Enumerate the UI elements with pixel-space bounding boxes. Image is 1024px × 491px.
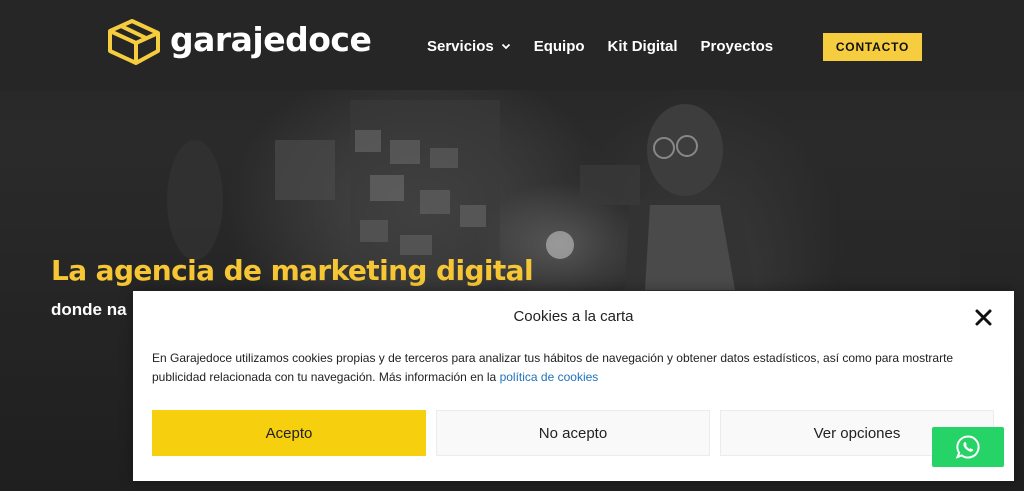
cube-logo-icon [108,19,160,65]
nav-item-servicios[interactable]: Servicios [427,33,511,59]
nav-item-label: Proyectos [700,37,774,55]
brand-logo[interactable]: garajedoce [106,19,372,65]
nav-item-proyectos[interactable]: Proyectos [701,33,774,59]
nav-item-kit-digital[interactable]: Kit Digital [608,33,678,59]
hero-subline: donde na [51,300,127,319]
contacto-button[interactable]: CONTACTO [823,33,922,61]
whatsapp-button[interactable] [932,427,1004,467]
nav-item-label: Kit Digital [607,37,678,55]
main-nav: Servicios Equipo Kit Digital Proyectos [427,33,796,59]
deny-button[interactable]: No acepto [436,410,710,456]
whatsapp-icon [955,435,980,459]
cookie-policy-link[interactable]: política de cookies [500,370,599,384]
hero-headline: La agencia de marketing digital [51,254,534,287]
cookie-dialog-text: En Garajedoce utilizamos cookies propias… [152,349,1002,387]
close-icon[interactable] [974,308,993,327]
cookie-consent-dialog: Cookies a la carta En Garajedoce utiliza… [133,291,1014,481]
nav-item-label: Servicios [427,37,494,55]
chevron-down-icon [501,43,510,50]
accept-button[interactable]: Acepto [152,410,426,456]
brand-name: garajedoce [170,19,372,59]
nav-item-equipo[interactable]: Equipo [534,33,585,59]
cookie-dialog-title: Cookies a la carta [513,308,634,325]
site-header: garajedoce Servicios Equipo Kit Digital … [0,0,1024,90]
nav-item-label: Equipo [533,37,585,55]
